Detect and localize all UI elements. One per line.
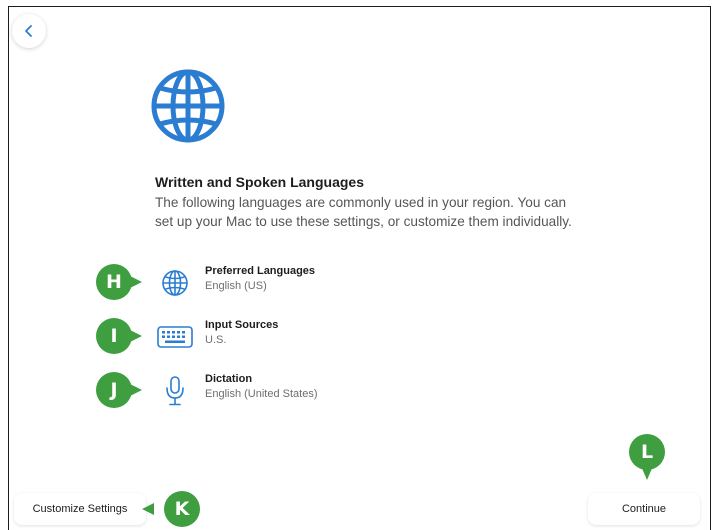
callout-k-badge: K	[164, 491, 200, 527]
preferred-languages-label: Preferred Languages	[205, 265, 316, 277]
callout-h-pointer	[130, 276, 142, 288]
callout-j-badge: J	[96, 372, 132, 408]
dictation-value: English (United States)	[205, 388, 318, 400]
input-sources-value: U.S.	[205, 334, 227, 346]
callout-l-pointer	[641, 466, 653, 480]
input-sources-label: Input Sources	[205, 319, 279, 331]
callout-j-pointer	[130, 384, 142, 396]
callout-l-badge: L	[629, 434, 665, 470]
callout-i-badge: I	[96, 318, 132, 354]
callout-h-badge: H	[96, 264, 132, 300]
callout-k-pointer	[142, 503, 154, 515]
continue-button[interactable]: Continue	[588, 493, 700, 525]
microphone-icon	[155, 373, 195, 409]
globe-icon	[151, 69, 225, 143]
globe-icon	[155, 265, 195, 301]
chevron-left-icon	[25, 25, 32, 37]
keyboard-icon	[155, 319, 195, 355]
preferred-languages-value: English (US)	[205, 280, 267, 292]
dictation-label: Dictation	[205, 373, 253, 385]
customize-settings-button[interactable]: Customize Settings	[14, 493, 146, 525]
page-title: Written and Spoken Languages	[155, 174, 364, 190]
callout-i-pointer	[130, 330, 142, 342]
back-button[interactable]	[12, 14, 46, 48]
page-description: The following languages are commonly use…	[155, 195, 572, 229]
